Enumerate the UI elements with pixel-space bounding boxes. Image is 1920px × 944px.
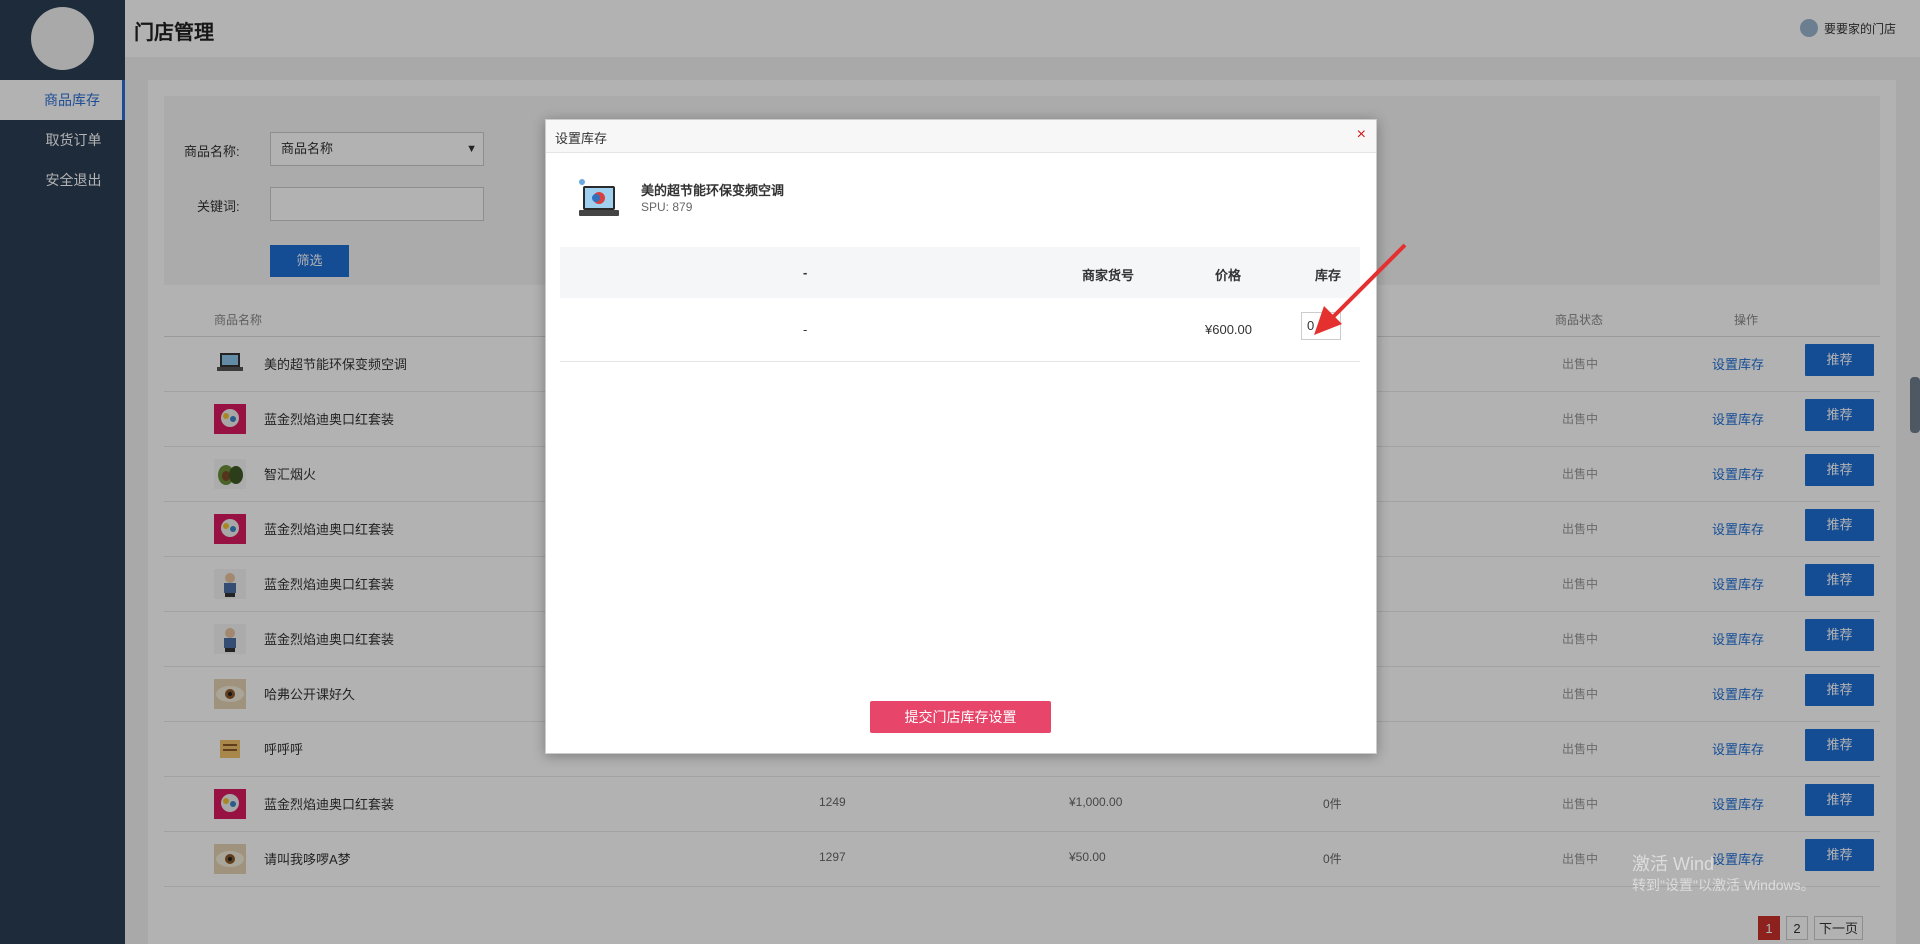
dialog-table-header: - 商家货号 价格 库存 bbox=[560, 247, 1360, 298]
submit-stock-button[interactable]: 提交门店库存设置 bbox=[870, 701, 1051, 733]
dialog-col-sku: 商家货号 bbox=[1082, 268, 1135, 283]
product-title: 美的超节能环保变频空调 bbox=[641, 183, 785, 198]
dialog-row-spec: - bbox=[803, 322, 808, 337]
activation-watermark: 激活 Wind bbox=[1632, 854, 1715, 874]
dialog-row-price: ¥600.00 bbox=[1205, 322, 1252, 337]
close-icon[interactable]: × bbox=[1357, 126, 1366, 144]
red-arrow-annotation bbox=[1314, 243, 1407, 335]
activation-watermark-sub: 转到"设置"以激活 Windows。 bbox=[1632, 877, 1815, 893]
dialog-header: 设置库存 × bbox=[546, 120, 1376, 153]
dialog-title: 设置库存 bbox=[555, 131, 608, 146]
dialog-table-row: - ¥600.00 0 bbox=[560, 298, 1360, 362]
product-spu: SPU: 879 bbox=[641, 200, 693, 214]
set-stock-dialog: 设置库存 × 美的超节能环保变频空调 SPU: 879 - 商家货号 价格 库存… bbox=[545, 119, 1377, 754]
dialog-col-price: 价格 bbox=[1215, 268, 1242, 283]
product-image bbox=[576, 178, 622, 224]
dialog-col-spec: - bbox=[803, 265, 808, 280]
